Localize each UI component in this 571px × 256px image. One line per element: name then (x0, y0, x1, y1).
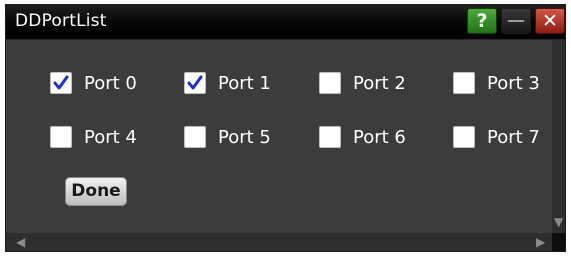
vertical-scrollbar[interactable]: ▼ (552, 40, 565, 233)
port-7-option[interactable]: Port 7 (453, 125, 540, 149)
port-list-panel: Port 0 Port 1 Port 2 Port 3 Port 4 Port … (6, 40, 552, 233)
port-3-option[interactable]: Port 3 (453, 71, 540, 95)
port-5-checkbox[interactable] (184, 126, 206, 148)
title-bar[interactable]: DDPortList ? ✕ (6, 5, 565, 40)
port-1-label: Port 1 (218, 72, 271, 94)
window-title: DDPortList (15, 11, 107, 31)
minimize-button[interactable] (501, 8, 531, 34)
scrollbar-corner (552, 233, 565, 251)
checkmark-icon (53, 75, 69, 90)
help-icon: ? (476, 10, 488, 32)
horizontal-scrollbar[interactable]: ◀ ▶ (6, 233, 552, 251)
port-7-label: Port 7 (487, 126, 540, 148)
port-6-checkbox[interactable] (319, 126, 341, 148)
port-7-checkbox[interactable] (453, 126, 475, 148)
port-1-option[interactable]: Port 1 (184, 71, 271, 95)
port-6-option[interactable]: Port 6 (319, 125, 406, 149)
port-6-label: Port 6 (353, 126, 406, 148)
port-2-label: Port 2 (353, 72, 406, 94)
port-2-option[interactable]: Port 2 (319, 71, 406, 95)
port-5-option[interactable]: Port 5 (184, 125, 271, 149)
port-0-checkbox[interactable] (50, 72, 72, 94)
checkmark-icon (187, 75, 203, 90)
close-icon: ✕ (542, 10, 558, 32)
port-0-option[interactable]: Port 0 (50, 71, 137, 95)
port-1-checkbox[interactable] (184, 72, 206, 94)
port-2-checkbox[interactable] (319, 72, 341, 94)
port-5-label: Port 5 (218, 126, 271, 148)
port-4-checkbox[interactable] (50, 126, 72, 148)
port-0-label: Port 0 (84, 72, 137, 94)
help-button[interactable]: ? (467, 8, 497, 34)
port-3-label: Port 3 (487, 72, 540, 94)
scroll-down-icon[interactable]: ▼ (554, 216, 563, 228)
port-3-checkbox[interactable] (453, 72, 475, 94)
scroll-right-icon[interactable]: ▶ (536, 236, 545, 248)
scroll-left-icon[interactable]: ◀ (16, 236, 25, 248)
port-4-label: Port 4 (84, 126, 137, 148)
close-button[interactable]: ✕ (535, 8, 565, 34)
done-button[interactable]: Done (65, 177, 127, 206)
minimize-icon (508, 20, 524, 22)
port-4-option[interactable]: Port 4 (50, 125, 137, 149)
dd-port-list-window: DDPortList ? ✕ Port 0 Port 1 Port 2 Port… (5, 4, 566, 252)
